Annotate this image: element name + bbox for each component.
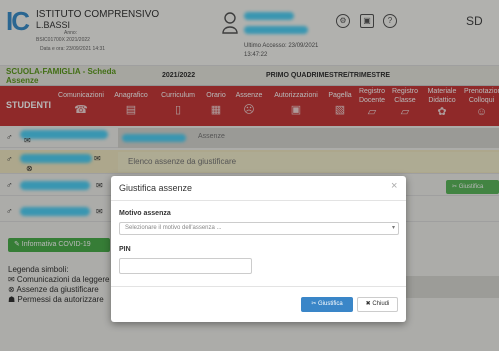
chevron-down-icon: ▾ [391,225,395,231]
modal-title: Giustifica assenze [119,183,193,193]
divider [111,200,406,201]
chiudi-button[interactable]: ✖ Chiudi [357,297,398,312]
divider [111,286,406,287]
pin-label: PIN [119,246,131,253]
motivo-label: Motivo assenza [119,210,171,217]
giustifica-modal: Giustifica assenze × Motivo assenza Sele… [111,176,406,322]
giustifica-button[interactable]: ✂ Giustifica [301,297,353,312]
pin-input[interactable] [119,258,252,274]
motivo-select[interactable]: Selezionare il motivo dell'assenza ... ▾ [119,222,399,235]
close-icon[interactable]: × [391,180,397,192]
